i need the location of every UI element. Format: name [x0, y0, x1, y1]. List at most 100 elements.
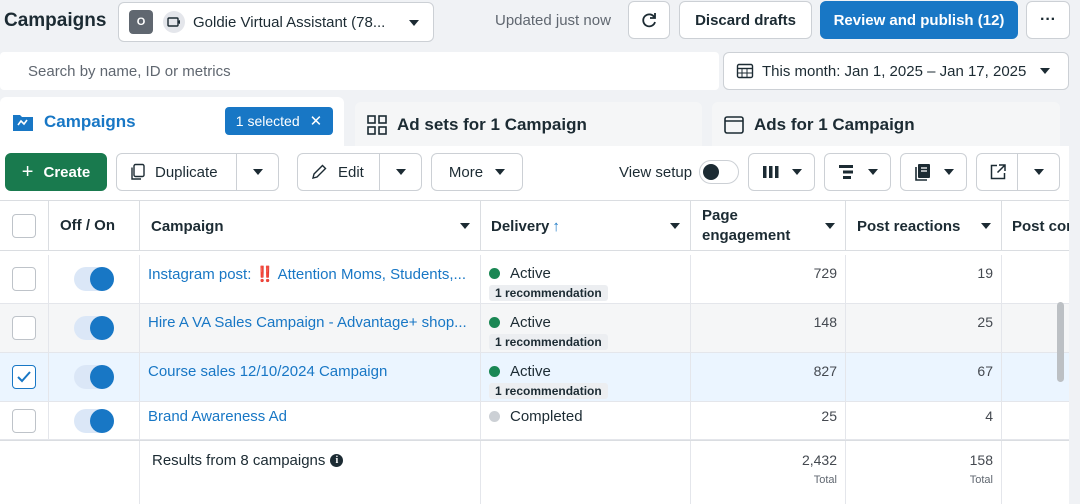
updated-status: Updated just now [495, 12, 611, 29]
row-toggle-cell [49, 402, 140, 439]
tab-ad-sets[interactable]: Ad sets for 1 Campaign [355, 102, 702, 148]
more-label: More [448, 163, 484, 181]
chevron-down-icon [1033, 169, 1044, 175]
column-page-engagement[interactable]: Page engagement [691, 201, 846, 251]
reports-button[interactable] [900, 153, 967, 191]
total-value: 2,432 [801, 452, 837, 468]
info-icon[interactable]: i [330, 454, 344, 467]
row-checkbox[interactable] [12, 267, 36, 291]
column-label: Page engagement [702, 207, 791, 244]
edit-dropdown[interactable] [379, 154, 421, 190]
duplicate-dropdown[interactable] [236, 154, 278, 190]
edit-button[interactable]: Edit [297, 153, 422, 191]
account-name: Goldie Virtual Assistant (78... [193, 13, 386, 31]
chevron-down-icon [409, 20, 419, 26]
campaign-on-off-toggle[interactable] [74, 408, 114, 433]
recommendation-badge[interactable]: 1 recommendation [489, 383, 608, 399]
export-dropdown[interactable] [1017, 154, 1059, 190]
date-range-picker[interactable]: This month: Jan 1, 2025 – Jan 17, 2025 [723, 52, 1069, 90]
footer-spacer [0, 441, 140, 504]
column-delivery[interactable]: Delivery ↑ [481, 201, 691, 251]
chevron-down-icon [1040, 68, 1051, 74]
select-all-cell [0, 201, 49, 251]
recommendation-badge[interactable]: 1 recommendation [489, 285, 608, 301]
post-comments-value [1002, 255, 1069, 303]
status-dot-icon [489, 317, 500, 328]
edit-label: Edit [338, 163, 364, 181]
row-toggle-cell [49, 255, 140, 303]
campaign-name-link[interactable]: Course sales 12/10/2024 Campaign [140, 353, 481, 401]
create-button[interactable]: + Create [5, 153, 107, 191]
column-post-reactions[interactable]: Post reactions [846, 201, 1002, 251]
column-campaign[interactable]: Campaign [140, 201, 481, 251]
close-icon[interactable]: ✕ [310, 112, 323, 130]
breakdown-button[interactable] [824, 153, 891, 191]
campaign-name-link[interactable]: Brand Awareness Ad [140, 402, 481, 439]
row-select-cell [0, 304, 49, 352]
post-reactions-value: 67 [846, 353, 1002, 401]
review-and-publish-button[interactable]: Review and publish (12) [820, 1, 1018, 39]
footer-delivery-cell [481, 441, 691, 504]
column-off-on[interactable]: Off / On [49, 201, 140, 251]
row-toggle-cell [49, 304, 140, 352]
table-row[interactable]: Instagram post: ‼️ Attention Moms, Stude… [0, 255, 1069, 304]
post-reactions-value: 4 [846, 402, 1002, 439]
campaign-on-off-toggle[interactable] [74, 316, 114, 340]
table-row[interactable]: Course sales 12/10/2024 Campaign Active … [0, 353, 1069, 402]
selected-chip[interactable]: 1 selected ✕ [225, 107, 333, 135]
create-label: Create [43, 163, 91, 181]
view-setup-toggle[interactable] [699, 160, 739, 184]
results-text: Results from 8 campaigns [152, 452, 326, 469]
search-input[interactable] [0, 52, 719, 90]
table-row[interactable]: Hire A VA Sales Campaign - Advantage+ sh… [0, 304, 1069, 353]
duplicate-label: Duplicate [155, 163, 218, 181]
folder-icon [12, 112, 34, 132]
table-row[interactable]: Brand Awareness Ad Completed 25 4 [0, 402, 1069, 440]
discard-drafts-button[interactable]: Discard drafts [679, 1, 812, 39]
toggle-knob [90, 267, 114, 291]
tab-campaigns[interactable]: Campaigns 1 selected ✕ [0, 97, 344, 147]
plus-icon: + [21, 160, 34, 183]
grid-icon [367, 115, 387, 135]
ad-icon [724, 115, 744, 135]
chevron-down-icon [825, 223, 835, 229]
column-post-comments[interactable]: Post cor [1002, 201, 1069, 251]
refresh-icon [642, 13, 656, 28]
total-value: 158 [969, 452, 993, 468]
reports-icon [914, 164, 930, 181]
row-checkbox[interactable] [12, 365, 36, 389]
ad-account-icon [163, 11, 185, 33]
campaign-name-link[interactable]: Instagram post: ‼️ Attention Moms, Stude… [140, 255, 481, 303]
delivery-status: Active [510, 314, 551, 331]
campaign-name-link[interactable]: Hire A VA Sales Campaign - Advantage+ sh… [140, 304, 481, 352]
page-title: Campaigns [4, 10, 107, 31]
row-select-cell [0, 353, 49, 401]
tab-ads[interactable]: Ads for 1 Campaign [712, 102, 1060, 148]
export-button[interactable] [976, 153, 1060, 191]
checkmark-icon [17, 371, 31, 383]
campaign-on-off-toggle[interactable] [74, 365, 114, 389]
more-button[interactable]: More [431, 153, 523, 191]
campaign-on-off-toggle[interactable] [74, 267, 114, 291]
sort-ascending-icon: ↑ [552, 217, 560, 235]
delivery-cell: Completed [481, 402, 691, 439]
row-checkbox[interactable] [12, 408, 36, 433]
row-checkbox[interactable] [12, 316, 36, 340]
account-selector[interactable]: O Goldie Virtual Assistant (78... [118, 2, 434, 42]
select-all-checkbox[interactable] [12, 214, 36, 238]
tab-label: Ads for 1 Campaign [754, 115, 915, 134]
duplicate-button[interactable]: Duplicate [116, 153, 279, 191]
recommendation-badge[interactable]: 1 recommendation [489, 334, 608, 350]
row-toggle-cell [49, 353, 140, 401]
breakdown-icon [838, 165, 853, 179]
refresh-button[interactable] [628, 1, 670, 39]
chevron-down-icon [791, 169, 802, 175]
toggle-knob [90, 365, 114, 389]
delivery-status: Completed [510, 408, 583, 425]
table-footer: Results from 8 campaigns i 2,432 Total 1… [0, 440, 1069, 504]
columns-button[interactable] [748, 153, 815, 191]
table-scrollbar[interactable] [1057, 302, 1064, 382]
more-options-button[interactable]: ··· [1026, 1, 1070, 39]
duplicate-icon [131, 163, 145, 180]
tab-label: Ad sets for 1 Campaign [397, 115, 587, 134]
